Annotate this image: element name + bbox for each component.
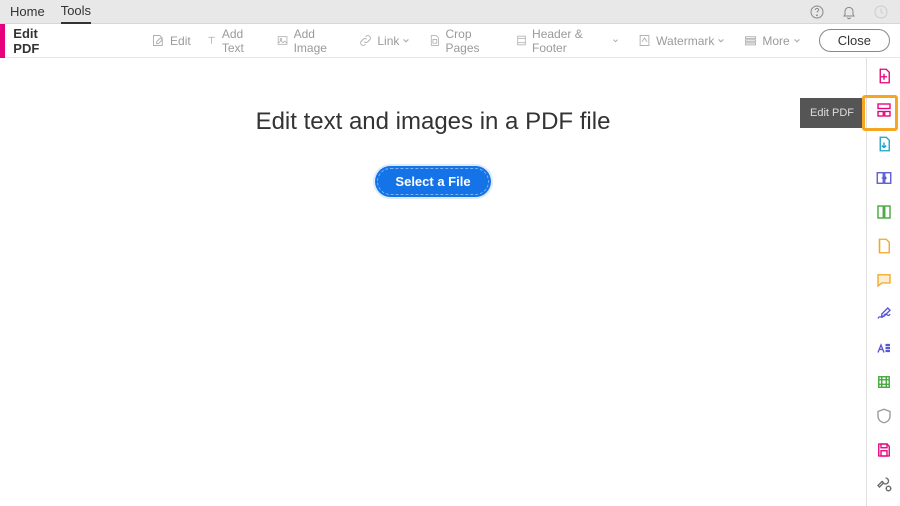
tool-edit[interactable]: Edit: [151, 33, 191, 48]
tab-tools[interactable]: Tools: [61, 0, 91, 24]
tab-home[interactable]: Home: [10, 0, 45, 23]
canvas: Edit text and images in a PDF file Selec…: [0, 58, 866, 506]
edit-pdf-toolbar: Edit PDF Edit Add Text Add Image Link Cr…: [0, 24, 900, 58]
tool-edit-label: Edit: [170, 34, 191, 48]
chevron-down-icon: [717, 37, 725, 45]
tool-crop-pages[interactable]: Crop Pages: [428, 27, 501, 55]
tool-headerfooter-label: Header & Footer: [532, 27, 609, 55]
toolbar-title: Edit PDF: [13, 26, 61, 56]
rail-redact-icon[interactable]: [874, 338, 894, 358]
top-nav: Home Tools: [0, 0, 900, 24]
rail-export-pdf-icon[interactable]: [874, 134, 894, 154]
chevron-down-icon: [612, 37, 619, 45]
tool-watermark[interactable]: Watermark: [637, 33, 729, 48]
account-icon[interactable]: [872, 3, 890, 21]
accent-bar: [0, 24, 5, 58]
help-icon[interactable]: [808, 3, 826, 21]
rail-enhance-scans-icon[interactable]: [874, 202, 894, 222]
tool-add-image[interactable]: Add Image: [276, 27, 344, 55]
rail-fill-sign-icon[interactable]: [874, 304, 894, 324]
tool-link[interactable]: Link: [358, 33, 414, 48]
tool-watermark-label: Watermark: [656, 34, 714, 48]
rail-create-pdf-icon[interactable]: [874, 66, 894, 86]
tool-more-label: More: [762, 34, 789, 48]
notifications-icon[interactable]: [840, 3, 858, 21]
tools-rail: Edit PDF: [866, 58, 900, 506]
headline: Edit text and images in a PDF file: [256, 108, 611, 136]
tool-add-text[interactable]: Add Text: [205, 27, 263, 55]
tool-header-footer[interactable]: Header & Footer: [515, 27, 623, 55]
rail-organize-icon[interactable]: [874, 168, 894, 188]
tool-crop-label: Crop Pages: [446, 27, 501, 55]
tool-more[interactable]: More: [743, 33, 804, 48]
tool-addimage-label: Add Image: [294, 27, 345, 55]
rail-combine-icon[interactable]: [874, 236, 894, 256]
highlight-box: [862, 95, 898, 131]
rail-optimize-icon[interactable]: [874, 372, 894, 392]
tool-link-label: Link: [377, 34, 399, 48]
main-area: Edit text and images in a PDF file Selec…: [0, 58, 900, 506]
rail-comment-icon[interactable]: [874, 270, 894, 290]
rail-tooltip-label: Edit PDF: [800, 98, 864, 128]
rail-protect-icon[interactable]: [874, 406, 894, 426]
chevron-down-icon: [793, 37, 801, 45]
rail-tooltip-callout: Edit PDF: [808, 98, 898, 128]
rail-save-icon[interactable]: [874, 440, 894, 460]
close-button[interactable]: Close: [819, 29, 890, 52]
tool-addtext-label: Add Text: [222, 27, 263, 55]
rail-settings-tool-icon[interactable]: [874, 474, 894, 494]
select-file-button[interactable]: Select a File: [375, 166, 490, 197]
chevron-down-icon: [402, 37, 410, 45]
